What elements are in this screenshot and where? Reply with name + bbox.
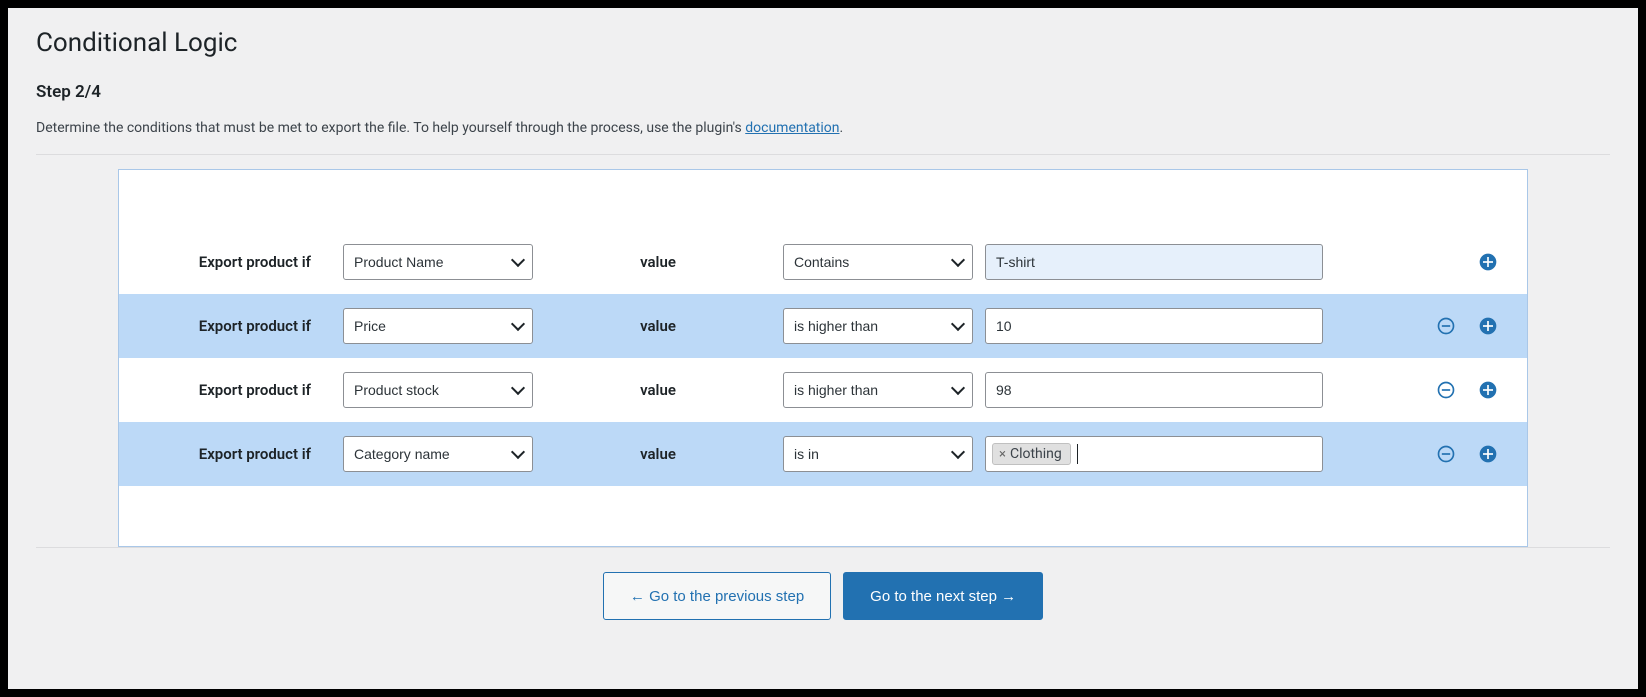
field-select[interactable]: Product stock [343, 372, 533, 408]
step-indicator: Step 2/4 [36, 82, 1610, 102]
documentation-link[interactable]: documentation [745, 120, 839, 136]
tag-text: Clothing [1010, 446, 1062, 462]
condition-prefix-label: Export product if [143, 445, 343, 463]
condition-row: Export product ifProduct stockvalueis hi… [119, 358, 1527, 422]
remove-condition-icon[interactable] [1435, 443, 1457, 465]
value-input[interactable] [985, 244, 1323, 280]
operator-select[interactable]: is in [783, 436, 973, 472]
value-tag-input[interactable]: ×Clothing [985, 436, 1323, 472]
description-suffix: . [840, 120, 844, 136]
value-label: value [533, 445, 783, 463]
operator-select[interactable]: is higher than [783, 372, 973, 408]
field-select[interactable]: Product Name [343, 244, 533, 280]
tag-remove-icon[interactable]: × [997, 447, 1008, 462]
remove-condition-icon[interactable] [1435, 379, 1457, 401]
field-select[interactable]: Category name [343, 436, 533, 472]
description-text: Determine the conditions that must be me… [36, 120, 745, 136]
page-title: Conditional Logic [36, 28, 1610, 58]
next-step-button[interactable]: Go to the next step → [843, 572, 1043, 620]
value-label: value [533, 317, 783, 335]
field-select[interactable]: Price [343, 308, 533, 344]
conditions-panel: Export product ifProduct NamevalueContai… [118, 169, 1528, 547]
condition-row: Export product ifProduct NamevalueContai… [119, 230, 1527, 294]
operator-select[interactable]: is higher than [783, 308, 973, 344]
condition-prefix-label: Export product if [143, 317, 343, 335]
value-label: value [533, 253, 783, 271]
value-input[interactable] [985, 308, 1323, 344]
condition-prefix-label: Export product if [143, 381, 343, 399]
add-condition-icon[interactable] [1477, 251, 1499, 273]
add-condition-icon[interactable] [1477, 379, 1499, 401]
value-input[interactable] [985, 372, 1323, 408]
text-cursor [1077, 444, 1078, 464]
condition-row: Export product ifPricevalueis higher tha… [119, 294, 1527, 358]
footer-buttons: ← Go to the previous step Go to the next… [36, 572, 1610, 620]
operator-select[interactable]: Contains [783, 244, 973, 280]
add-condition-icon[interactable] [1477, 315, 1499, 337]
condition-row: Export product ifCategory namevalueis in… [119, 422, 1527, 486]
remove-condition-icon[interactable] [1435, 315, 1457, 337]
footer-divider [36, 547, 1610, 548]
value-label: value [533, 381, 783, 399]
condition-prefix-label: Export product if [143, 253, 343, 271]
value-tag: ×Clothing [992, 443, 1071, 465]
page-description: Determine the conditions that must be me… [36, 120, 1610, 136]
add-condition-icon[interactable] [1477, 443, 1499, 465]
previous-step-button[interactable]: ← Go to the previous step [603, 572, 831, 620]
header-divider [36, 154, 1610, 155]
